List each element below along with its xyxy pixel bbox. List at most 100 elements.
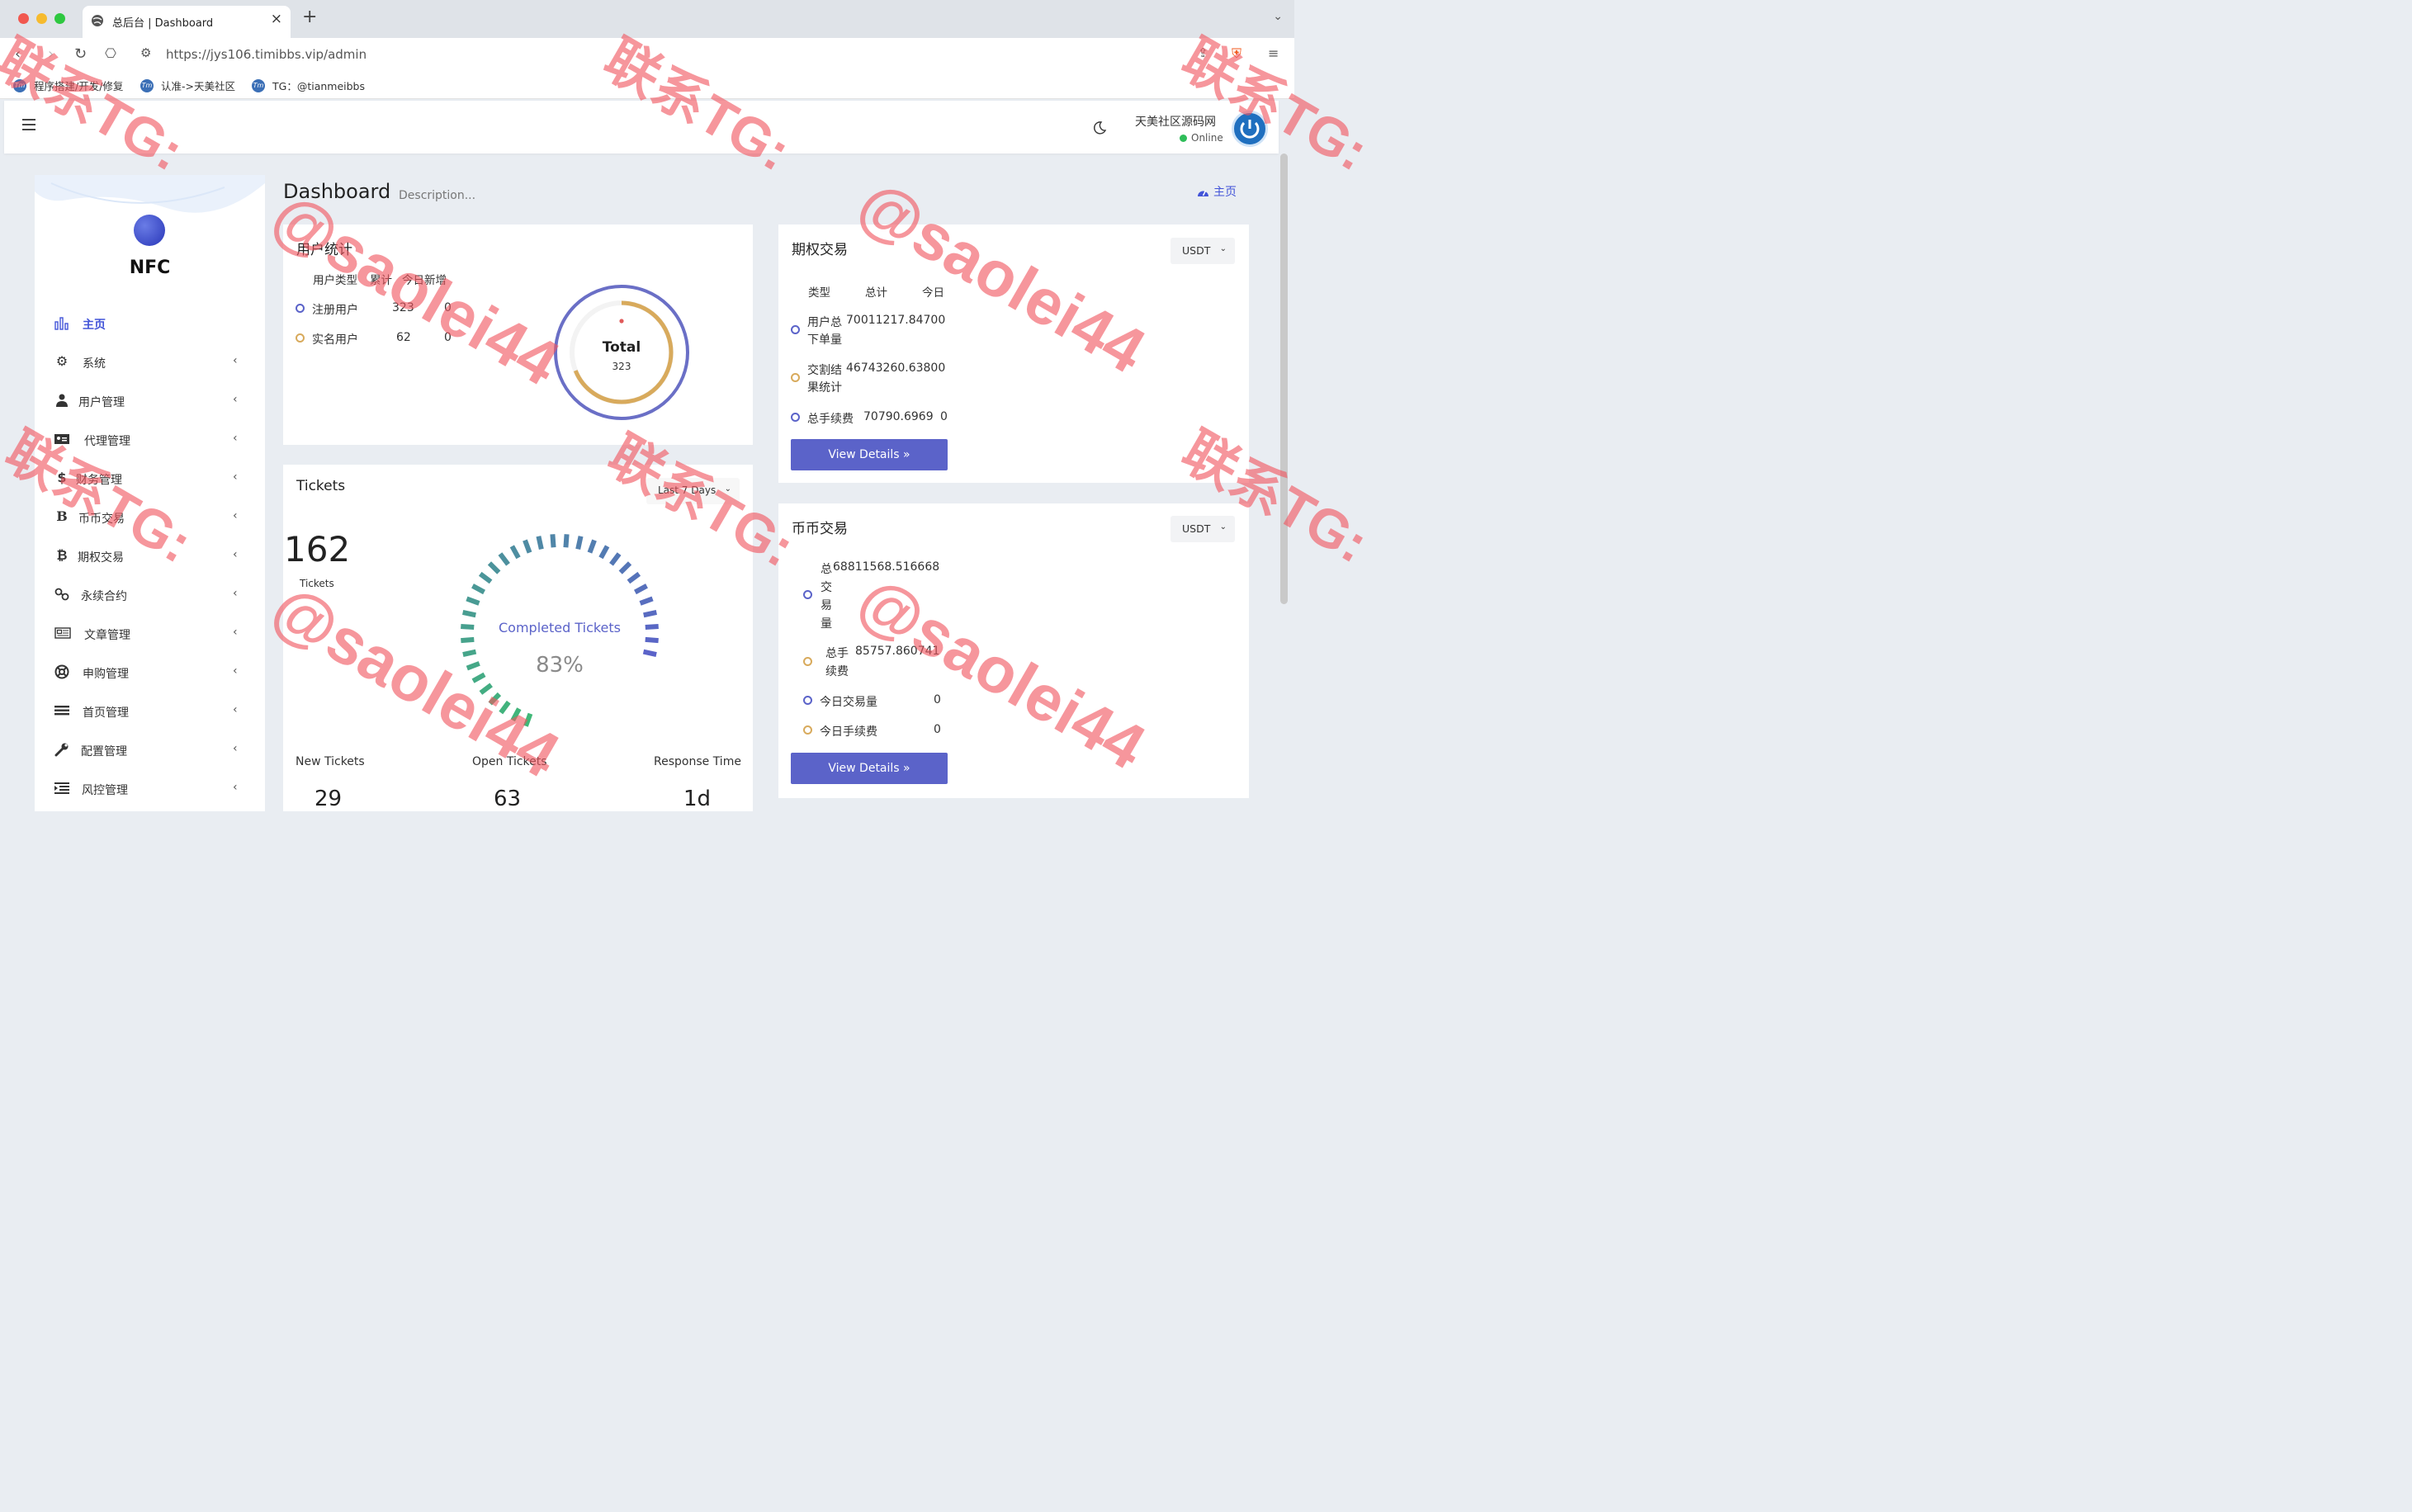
bookmark-icon[interactable]: ⎔ [105,45,116,61]
sidebar-item-system[interactable]: ⚙ 系统 ‹ [35,347,265,377]
gauge-segment [634,584,648,595]
sidebar-item-homepage[interactable]: 首页管理 ‹ [35,697,265,726]
currency-select[interactable]: USDT ⌄ [1171,238,1235,264]
gauge-segment [643,610,657,618]
page-scrollbar[interactable] [1280,154,1288,604]
gauge-segment [462,610,476,618]
brand-logo [134,215,165,246]
gauge-segment [478,571,493,584]
sidebar-item-articles[interactable]: 文章管理 ‹ [35,619,265,649]
bookmark-item[interactable]: Tm 认准->天美社区 [140,78,235,93]
column-header: 今日 [922,286,944,300]
gauge-segment [550,534,556,548]
column-header: 用户类型 [313,274,357,287]
row-today: 0 [934,723,941,736]
user-status: Online [1180,132,1223,144]
view-details-button[interactable]: View Details » [791,439,948,470]
globe-icon [92,15,103,26]
bar-chart-icon [54,317,69,330]
breadcrumb[interactable]: 主页 [1197,183,1237,200]
legend-ring-icon [803,657,812,666]
sidebar-item-agents[interactable]: 代理管理 ‹ [35,425,265,455]
column-header: 今日新增 [402,274,447,287]
gauge-percent: 83% [536,653,584,678]
new-tab-button[interactable]: + [302,7,317,27]
sidebar-item-users[interactable]: 用户管理 ‹ [35,386,265,416]
dark-mode-toggle-icon[interactable] [1092,120,1107,135]
tab-title: 总后台 | Dashboard [112,17,214,30]
row-today: 0 [934,693,941,706]
legend-ring-icon [803,590,812,599]
range-select[interactable]: Last 7 Days ⌄ [646,478,740,504]
chevron-left-icon: ‹ [233,587,238,600]
row-type: 果统计 [807,381,842,395]
sidebar-item-perpetual[interactable]: 永续合约 ‹ [35,580,265,610]
row-label: 易 [821,599,832,612]
back-icon[interactable]: ‹ [15,45,21,63]
sidebar-toggle-icon[interactable] [22,119,35,134]
avatar[interactable] [1232,111,1268,147]
menu-icon[interactable]: ≡ [1268,45,1279,61]
sidebar-item-options[interactable]: ₿ 期权交易 ‹ [35,541,265,571]
view-details-button[interactable]: View Details » [791,753,948,784]
row-label: 总 [821,563,832,576]
page-title: Dashboard [283,180,391,203]
legend-ring-icon [791,373,800,382]
chevron-down-icon[interactable]: ⌄ [1273,10,1283,23]
sidebar-item-spot-trading[interactable]: B 币币交易 ‹ [35,503,265,532]
options-trading-card: 期权交易 USDT ⌄ 类型 总计 今日 用户总 下单量 70011217.847… [778,224,1249,483]
row-type: 下单量 [807,333,842,347]
sidebar-item-home[interactable]: 主页 [35,309,265,338]
legend-ring-icon [803,696,812,705]
donut-center-value: 323 [612,361,631,372]
gauge-segment [510,707,522,722]
legend-ring-icon [791,413,800,422]
gauge-segment [618,561,632,574]
gauge-segment [471,672,486,683]
chevron-left-icon: ‹ [233,393,238,406]
reload-icon[interactable]: ↻ [74,45,87,63]
gauge-segment [523,539,532,554]
gauge-segment [642,649,657,658]
bookmark-item[interactable]: Tm 程序搭建/开发/修复 [13,78,123,93]
tickets-card: Tickets Last 7 Days ⌄ 162 Tickets Complet… [283,465,753,811]
window-minimize-button[interactable] [36,13,47,24]
row-total: 70790.6969 [863,410,934,423]
row-type: 总手续费 [807,413,854,426]
row-today: 0 [444,331,452,344]
bookmark-item[interactable]: Tm TG：@tianmeibbs [252,78,365,93]
sidebar-item-finance[interactable]: $ 财务管理 ‹ [35,464,265,494]
window-close-button[interactable] [18,13,29,24]
window-maximize-button[interactable] [54,13,65,24]
gauge-segment [645,623,659,631]
sidebar-item-config[interactable]: 配置管理 ‹ [35,735,265,765]
gauge-segment [466,661,480,671]
share-icon[interactable]: ⇪ [1198,45,1208,60]
row-type: 交割结 [807,364,842,377]
address-bar[interactable]: https://jys106.timibbs.vip/admin [166,47,367,62]
gauge-segment [499,700,511,715]
forward-icon[interactable]: › [48,45,54,63]
user-donut-chart: Total 323 [554,285,689,420]
site-settings-icon[interactable]: ⚙ [140,45,151,60]
row-label: 续费 [825,665,849,678]
sidebar-item-risk[interactable]: 风控管理 ‹ [35,774,265,804]
gauge-segment [523,712,533,727]
tm-logo-icon: Tm [252,78,265,92]
sidebar-item-subscription[interactable]: 申购管理 ‹ [35,658,265,687]
gauge-segment [466,596,480,606]
row-total: 70011217.84700 [846,314,946,327]
brave-shield-icon[interactable]: ⛨ [1232,45,1241,62]
bitcoin-icon: ₿ [56,547,68,563]
page-description: Description... [399,189,476,202]
close-tab-icon[interactable]: × [271,11,282,27]
gear-icon: ⚙ [55,353,69,369]
currency-select[interactable]: USDT ⌄ [1171,516,1235,542]
newspaper-icon [54,627,71,639]
row-type: 用户总 [807,316,842,329]
column-header: 累计 [370,274,392,287]
gauge-segment [488,692,502,706]
browser-tab[interactable]: 总后台 | Dashboard × [83,6,291,38]
chevron-left-icon: ‹ [233,742,238,755]
column-header: 总计 [865,286,887,300]
